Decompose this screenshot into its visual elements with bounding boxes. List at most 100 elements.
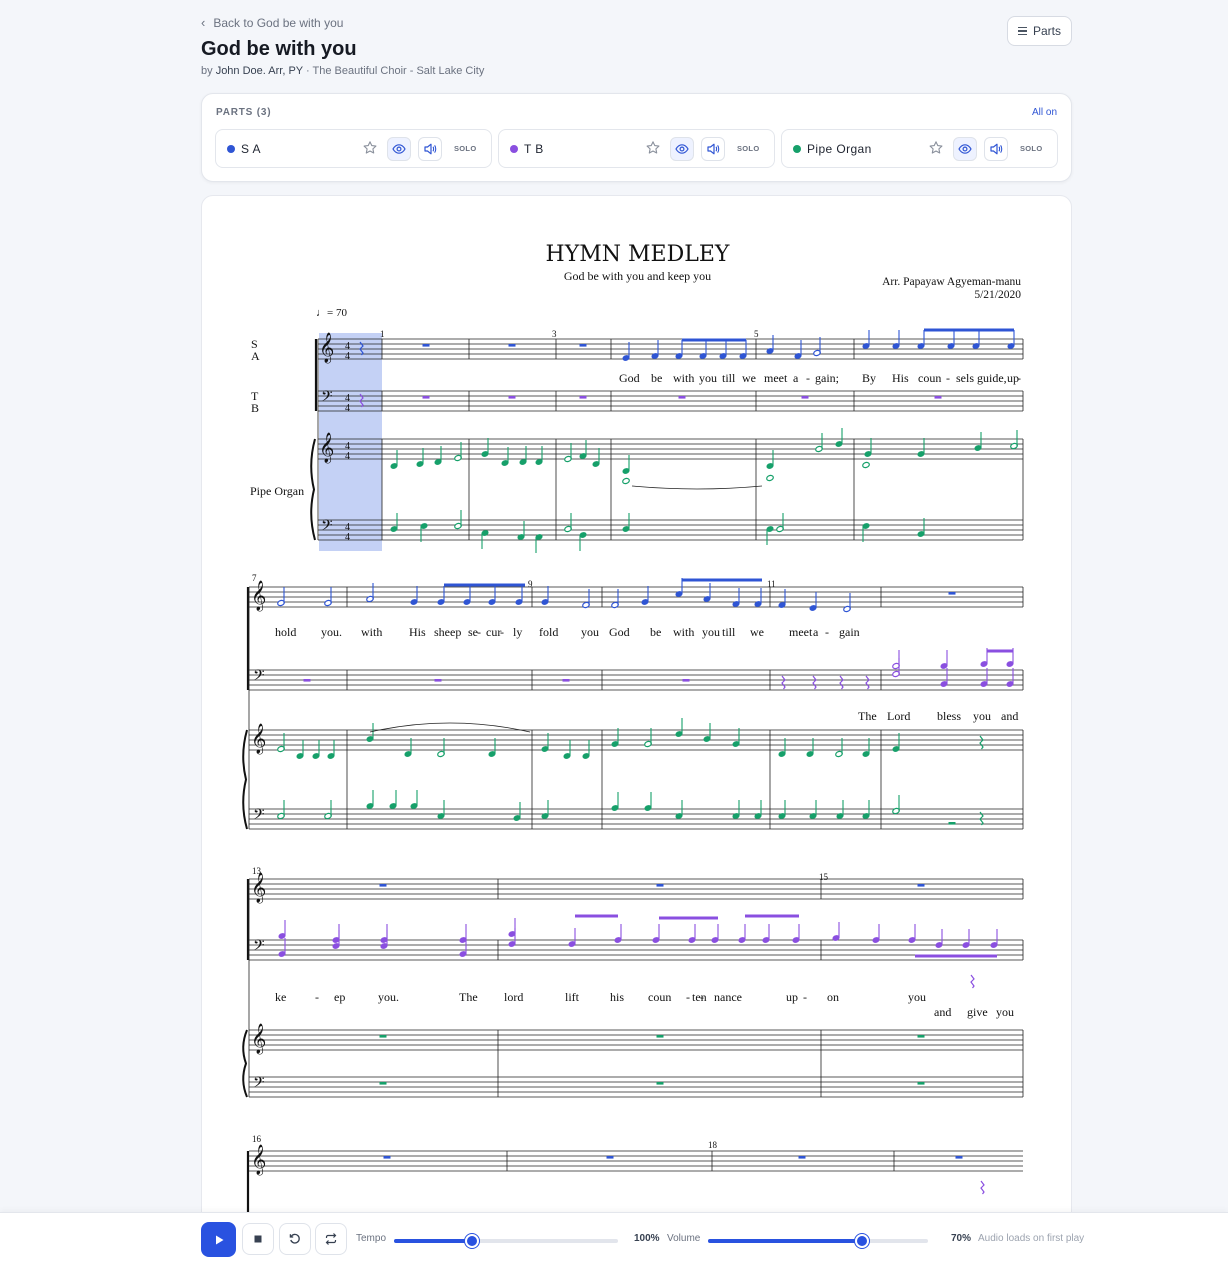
part-color-dot (793, 145, 801, 153)
part-name: Pipe Organ (807, 142, 872, 156)
part-row-tb[interactable]: T B SOLO (498, 129, 775, 168)
score-viewer[interactable]: 𝄞 𝄢 𝄞 𝄢 4 4 4 4 4 4 4 4 𝄞 𝄢 𝄞 𝄢 𝄞 𝄢 𝄞 𝄢 𝄞 HYMN MEDLEY God be… (201, 195, 1072, 1269)
lyric-syllable: with (673, 371, 695, 385)
restart-button[interactable] (279, 1223, 311, 1255)
star-icon[interactable] (928, 140, 944, 156)
star-icon[interactable] (645, 140, 661, 156)
lyric-syllable: give (967, 1005, 988, 1019)
quarter-rest (979, 735, 984, 750)
measure-number: 18 (708, 1140, 717, 1150)
whole-rest (579, 396, 587, 399)
lyric-syllable: and (934, 1005, 952, 1019)
quarter-rest (812, 675, 817, 690)
visibility-toggle[interactable] (670, 137, 694, 161)
byline-prefix: by (201, 65, 213, 77)
play-icon (215, 1235, 223, 1244)
solo-button[interactable]: SOLO (1020, 144, 1042, 153)
lyric-syllable: you (973, 709, 991, 723)
whole-rest (934, 396, 942, 399)
parts-heading: PARTS (3) (216, 107, 272, 118)
measure-number: 5 (754, 329, 759, 339)
tempo-slider-fill (394, 1239, 473, 1243)
visibility-toggle[interactable] (387, 137, 411, 161)
tie (631, 485, 763, 490)
treble-clef: 𝄞 (319, 432, 334, 464)
lyric-syllable: till (722, 371, 736, 385)
treble-clef: 𝄞 (251, 872, 266, 904)
stop-button[interactable] (242, 1223, 274, 1255)
mute-toggle[interactable] (701, 137, 725, 161)
restart-icon (289, 1233, 300, 1244)
whole-rest (656, 884, 664, 887)
score-canvas: 𝄞𝄢𝄞𝄢44444444𝄞𝄢𝄞𝄢𝄞𝄢𝄞𝄢𝄞 (242, 328, 1024, 1269)
volume-slider[interactable] (708, 1234, 928, 1248)
back-link-label: Back to God be with you (213, 15, 344, 30)
star-icon[interactable] (362, 140, 378, 156)
lyric-syllable: His (409, 625, 426, 639)
system-brace (242, 729, 248, 830)
lyric-syllable: you. (378, 990, 399, 1004)
lyric-syllable: meet (764, 371, 788, 385)
measure-number: 13 (252, 866, 261, 876)
tempo-slider-thumb[interactable] (465, 1234, 480, 1248)
treble-clef: 𝄞 (251, 723, 266, 755)
mute-toggle[interactable] (418, 137, 442, 161)
all-on-link[interactable]: All on (1032, 107, 1057, 118)
lyric-syllable: you (699, 371, 717, 385)
lyric-syllable: - (803, 990, 807, 1004)
quarter-rest (781, 675, 786, 690)
quarter-rest (839, 675, 844, 690)
note-head (766, 474, 774, 482)
whole-rest (303, 679, 311, 682)
back-link[interactable]: ‹ Back to God be with you (201, 15, 343, 30)
parts-button[interactable]: Parts (1007, 16, 1072, 46)
tempo-label: Tempo (356, 1233, 387, 1244)
mute-toggle[interactable] (984, 137, 1008, 161)
lyric-syllable: you (702, 625, 720, 639)
part-name: T B (524, 142, 544, 156)
parts-panel: PARTS (3) All on S A SOLO T B SOLO Pipe … (201, 93, 1072, 182)
note-head (862, 461, 870, 469)
staff-label-a: A (251, 349, 260, 363)
lyric-syllable: nance (714, 990, 742, 1004)
quarter-rest (980, 1180, 985, 1195)
lyric-syllable: a (813, 625, 819, 639)
staff-label-b: B (251, 401, 260, 415)
lyric-syllable: - (1017, 371, 1021, 385)
solo-button[interactable]: SOLO (454, 144, 476, 153)
part-name: S A (241, 142, 261, 156)
play-button[interactable] (201, 1222, 236, 1257)
score-arranger-block: Arr. Papayaw Agyeman-manu 5/21/2020 (882, 276, 1021, 302)
lyric-syllable: bless (937, 709, 961, 723)
tempo-slider[interactable] (394, 1234, 618, 1248)
visibility-toggle[interactable] (953, 137, 977, 161)
lyric-syllable: you (996, 1005, 1014, 1019)
whole-rest (656, 1035, 664, 1038)
volume-slider-thumb[interactable] (855, 1234, 869, 1248)
part-row-organ[interactable]: Pipe Organ SOLO (781, 129, 1058, 168)
author-name: John Doe. Arr, PY (215, 65, 303, 77)
time-signature: 4 (345, 532, 350, 543)
lyric-syllable: - (686, 990, 690, 1004)
solo-button[interactable]: SOLO (737, 144, 759, 153)
part-color-dot (227, 145, 235, 153)
lyric-syllable: gain; (815, 371, 839, 385)
part-color-dot (510, 145, 518, 153)
whole-rest (948, 822, 956, 825)
loop-button[interactable] (315, 1223, 347, 1255)
lyric-syllable: - (500, 625, 504, 639)
whole-rest (656, 1082, 664, 1085)
chevron-left-icon: ‹ (201, 15, 206, 30)
lyric-syllable: The (858, 709, 877, 723)
lyric-syllable: you (908, 990, 926, 1004)
lyric-syllable: The (459, 990, 478, 1004)
lyric-syllable: guide, (977, 371, 1007, 385)
lyric-syllable: we (742, 371, 756, 385)
lyric-syllable: we (750, 625, 764, 639)
bass-clef: 𝄢 (253, 667, 265, 688)
part-row-sa[interactable]: S A SOLO (215, 129, 492, 168)
whole-rest (562, 679, 570, 682)
whole-rest (682, 679, 690, 682)
quarter-note-icon: ♩ (316, 307, 327, 319)
page-title: God be with you (201, 38, 357, 60)
